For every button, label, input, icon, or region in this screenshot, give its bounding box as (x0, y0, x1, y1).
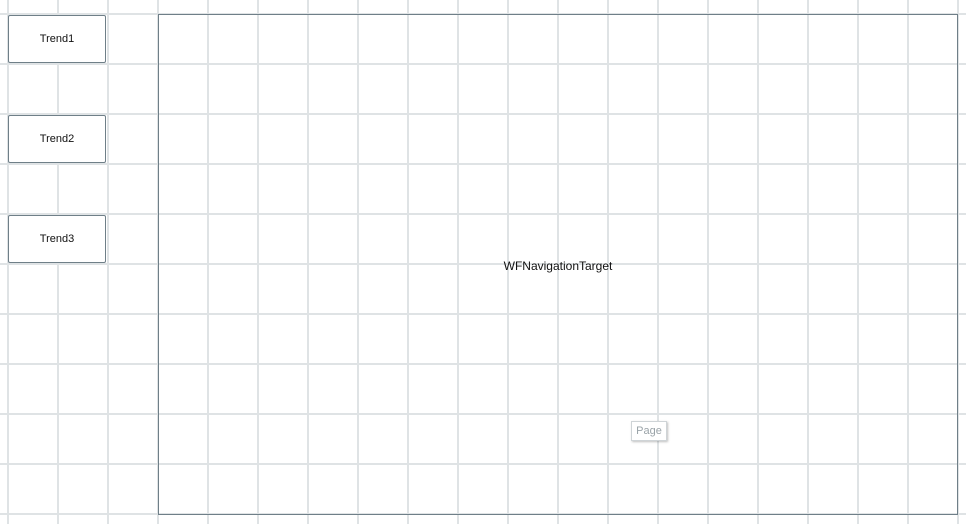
navigation-target-frame[interactable]: WFNavigationTarget Page (158, 14, 958, 515)
trend3-button-label: Trend3 (39, 233, 75, 245)
trend2-button[interactable]: Trend2 (8, 115, 106, 163)
trend1-button-label: Trend1 (39, 33, 75, 45)
trend2-button-label: Trend2 (39, 133, 75, 145)
navigation-target-label: WFNavigationTarget (503, 259, 613, 273)
page-chip-label: Page (636, 425, 662, 437)
trend3-button[interactable]: Trend3 (8, 215, 106, 263)
trend1-button[interactable]: Trend1 (8, 15, 106, 63)
page-chip[interactable]: Page (631, 421, 667, 441)
